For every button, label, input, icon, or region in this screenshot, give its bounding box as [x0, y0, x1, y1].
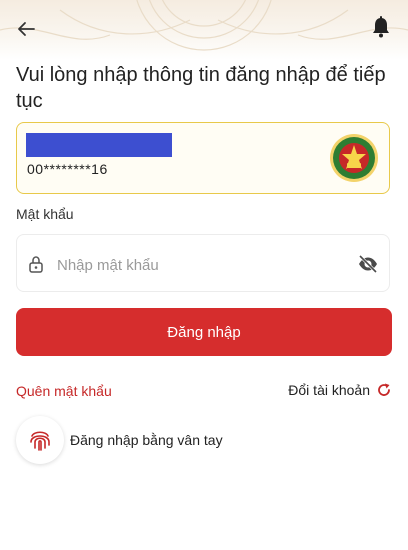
switch-account-link[interactable]: Đổi tài khoản — [288, 382, 392, 398]
account-number: 00********16 — [27, 161, 108, 177]
password-field — [16, 234, 390, 292]
login-button[interactable]: Đăng nhập — [16, 308, 392, 356]
account-card: 00********16 — [16, 122, 390, 194]
masked-account-name — [26, 133, 172, 157]
fingerprint-login-label[interactable]: Đăng nhập bằng vân tay — [70, 432, 223, 448]
back-button[interactable] — [14, 16, 40, 42]
password-input[interactable] — [55, 249, 339, 281]
police-emblem-logo — [330, 134, 378, 182]
bell-icon — [373, 16, 389, 38]
arrow-left-icon — [18, 22, 35, 36]
fingerprint-icon — [30, 431, 50, 451]
eye-off-icon[interactable] — [357, 253, 379, 275]
fingerprint-button[interactable] — [16, 416, 64, 464]
lock-icon — [29, 256, 43, 273]
notification-button[interactable] — [368, 14, 394, 40]
page-title: Vui lòng nhập thông tin đăng nhập để tiế… — [16, 64, 386, 112]
password-label: Mật khẩu — [16, 206, 74, 222]
header-background — [0, 0, 408, 60]
forgot-password-link[interactable]: Quên mật khẩu — [16, 383, 112, 399]
switch-account-label: Đổi tài khoản — [288, 382, 370, 398]
header-ornament — [0, 0, 408, 51]
refresh-icon — [378, 383, 390, 396]
